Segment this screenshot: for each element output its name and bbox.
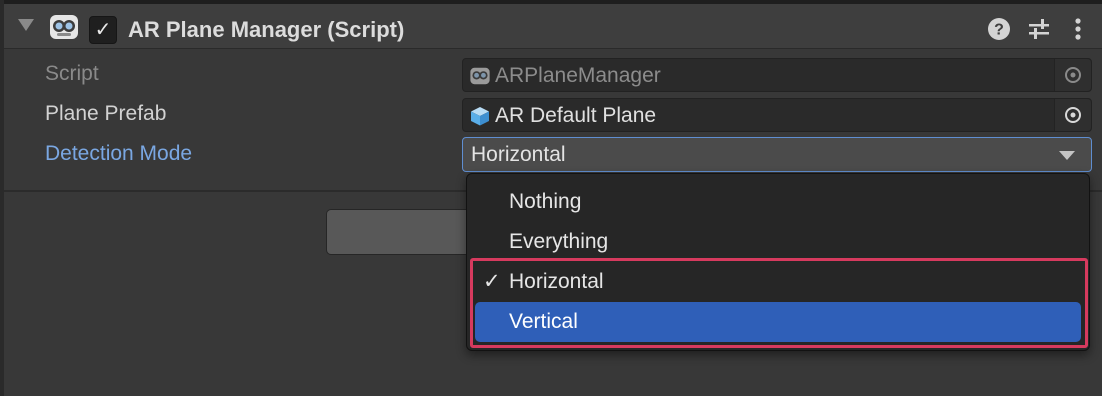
plane-prefab-label: Plane Prefab bbox=[45, 102, 167, 125]
foldout-arrow-icon[interactable] bbox=[18, 19, 34, 31]
dropdown-arrow-icon bbox=[1059, 151, 1075, 160]
menu-item-label: Everything bbox=[509, 230, 609, 253]
detection-mode-value: Horizontal bbox=[471, 143, 566, 166]
presets-icon[interactable] bbox=[1026, 16, 1052, 42]
detection-mode-dropdown[interactable]: Horizontal bbox=[462, 137, 1092, 172]
script-object-field: ARPlaneManager bbox=[462, 58, 1092, 92]
enabled-checkbox[interactable]: ✓ bbox=[89, 16, 117, 44]
menu-item-vertical[interactable]: Vertical bbox=[475, 302, 1081, 342]
prefab-cube-icon bbox=[471, 107, 489, 126]
component-header[interactable]: ✓ AR Plane Manager (Script) ? bbox=[4, 4, 1102, 49]
script-icon bbox=[470, 67, 490, 85]
script-object-picker bbox=[1054, 59, 1091, 91]
help-icon[interactable]: ? bbox=[987, 17, 1011, 41]
component-title: AR Plane Manager (Script) bbox=[128, 17, 405, 42]
detection-mode-menu: Nothing Everything ✓ Horizontal Vertical bbox=[466, 173, 1090, 351]
script-label: Script bbox=[45, 62, 99, 85]
menu-item-label: Vertical bbox=[509, 310, 578, 333]
menu-item-label: Nothing bbox=[509, 190, 582, 213]
add-component-button[interactable] bbox=[326, 209, 466, 255]
detection-mode-label: Detection Mode bbox=[45, 142, 193, 165]
object-picker-icon bbox=[1065, 67, 1081, 83]
plane-prefab-value: AR Default Plane bbox=[495, 104, 657, 127]
more-icon[interactable] bbox=[1070, 16, 1086, 42]
script-field-value: ARPlaneManager bbox=[495, 64, 661, 87]
menu-item-horizontal[interactable]: ✓ Horizontal bbox=[475, 262, 1081, 302]
menu-item-nothing[interactable]: Nothing bbox=[475, 182, 1081, 222]
plane-prefab-object-field[interactable]: AR Default Plane bbox=[462, 98, 1092, 132]
script-icon bbox=[50, 15, 78, 39]
svg-text:?: ? bbox=[994, 22, 1004, 39]
object-picker-icon bbox=[1065, 107, 1081, 123]
menu-item-label: Horizontal bbox=[509, 270, 604, 293]
menu-item-everything[interactable]: Everything bbox=[475, 222, 1081, 262]
checkmark-icon: ✓ bbox=[483, 270, 501, 293]
plane-prefab-object-picker[interactable] bbox=[1054, 99, 1091, 131]
window-left-edge bbox=[0, 0, 4, 396]
